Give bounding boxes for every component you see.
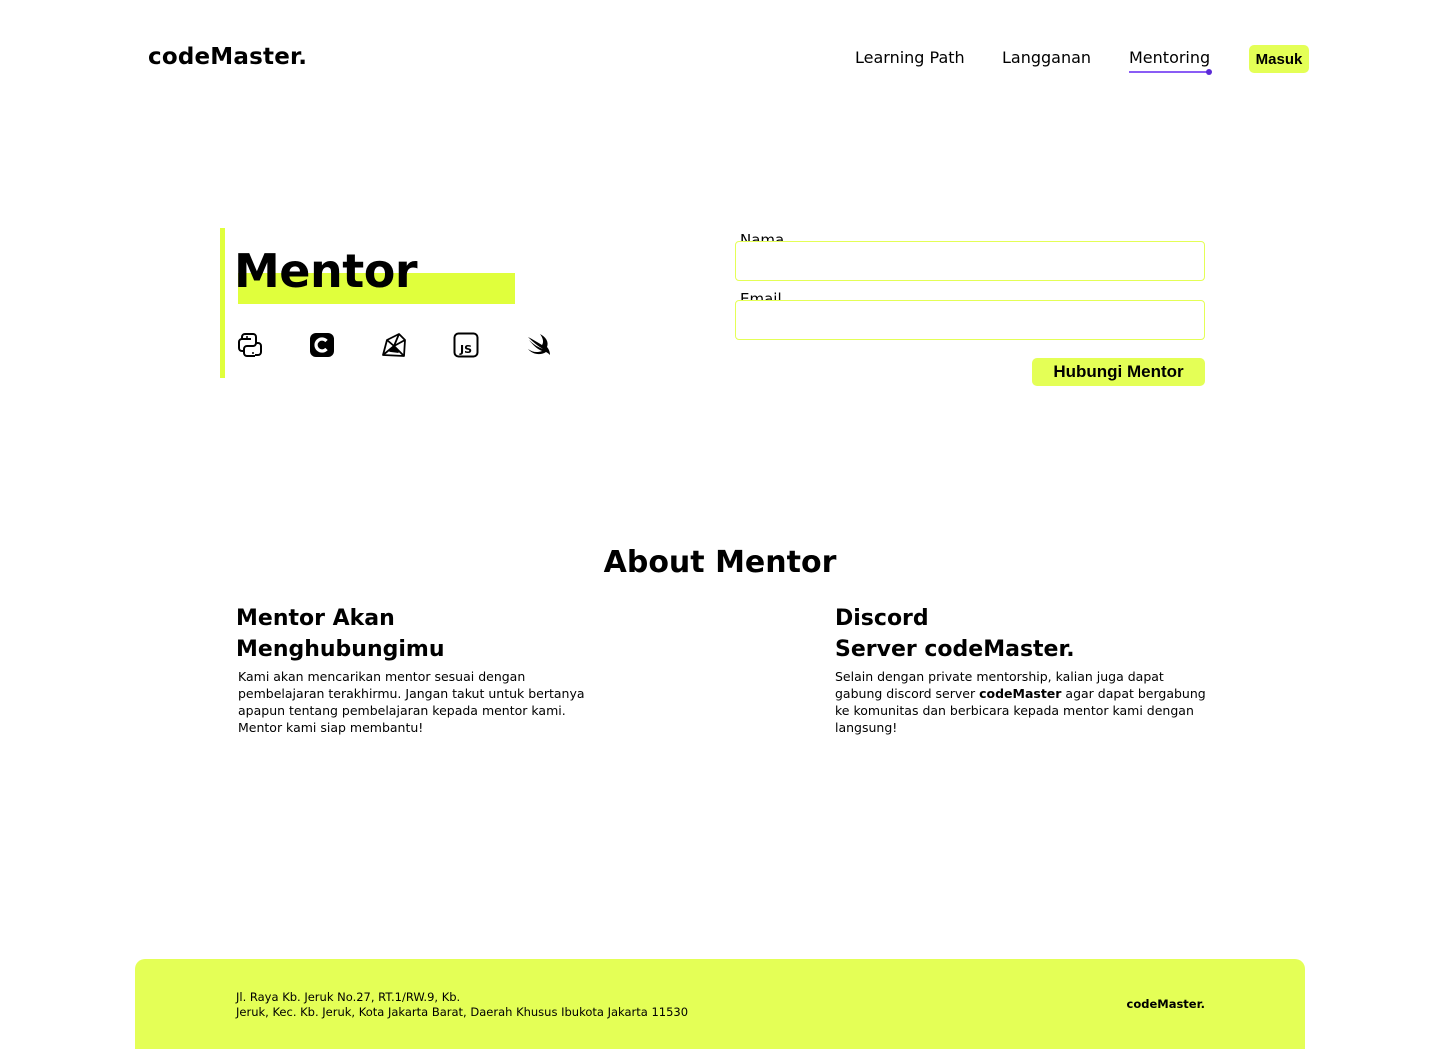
name-field[interactable] <box>735 241 1205 281</box>
svg-text:JS: JS <box>459 343 472 356</box>
ruby-icon <box>380 331 408 359</box>
discord-text-line: Selain dengan private mentorship, kalian… <box>835 669 1164 684</box>
swift-icon <box>524 331 552 359</box>
discord-text-fragment: gabung discord server <box>835 686 980 701</box>
login-button[interactable]: Masuk <box>1249 45 1309 73</box>
hero-accent-bar <box>220 228 225 378</box>
mentor-contact-heading-line1: Mentor Akan <box>236 606 395 631</box>
discord-text-line: langsung! <box>835 720 898 735</box>
javascript-icon: JS <box>452 331 480 359</box>
mentor-contact-text: Kami akan mencarikan mentor sesuai denga… <box>238 668 585 736</box>
email-field[interactable] <box>735 300 1205 340</box>
mentor-contact-text-line: Kami akan mencarikan mentor sesuai denga… <box>238 669 526 684</box>
contact-mentor-button[interactable]: Hubungi Mentor <box>1032 358 1205 386</box>
page-title: Mentor <box>234 244 418 298</box>
footer-address-line1: Jl. Raya Kb. Jeruk No.27, RT.1/RW.9, Kb. <box>236 990 461 1004</box>
mentor-contact-text-line: pembelajaran terakhirmu. Jangan takut un… <box>238 686 585 701</box>
discord-heading: Discord Server codeMaster. <box>835 603 1075 665</box>
mentor-contact-heading-line2: Menghubungimu <box>236 637 445 662</box>
mentor-contact-text-line: Mentor kami siap membantu! <box>238 720 424 735</box>
footer-logo[interactable]: codeMaster. <box>1127 997 1206 1011</box>
discord-text-fragment: agar dapat bergabung <box>1061 686 1206 701</box>
c-language-icon <box>308 331 336 359</box>
discord-server-name: codeMaster <box>979 686 1062 701</box>
discord-text: Selain dengan private mentorship, kalian… <box>835 668 1206 736</box>
discord-heading-line2: Server codeMaster. <box>835 637 1075 662</box>
footer: Jl. Raya Kb. Jeruk No.27, RT.1/RW.9, Kb.… <box>135 959 1305 1049</box>
nav-mentoring[interactable]: Mentoring <box>1129 48 1210 67</box>
python-icon <box>236 331 264 359</box>
discord-heading-line1: Discord <box>835 606 929 631</box>
mentor-contact-text-line: apapun tentang pembelajaran kepada mento… <box>238 703 566 718</box>
mentor-contact-heading: Mentor Akan Menghubungimu <box>236 603 445 665</box>
about-title: About Mentor <box>603 545 837 580</box>
active-nav-underline <box>1129 71 1209 73</box>
nav-langganan[interactable]: Langganan <box>1002 48 1091 67</box>
active-nav-dot <box>1206 69 1212 75</box>
footer-address: Jl. Raya Kb. Jeruk No.27, RT.1/RW.9, Kb.… <box>236 990 688 1020</box>
discord-text-line: gabung discord server codeMaster agar da… <box>835 685 1206 702</box>
nav-learning-path[interactable]: Learning Path <box>855 48 965 67</box>
footer-address-line2: Jeruk, Kec. Kb. Jeruk, Kota Jakarta Bara… <box>236 1005 689 1019</box>
discord-text-line: ke komunitas dan berbicara kepada mentor… <box>835 703 1194 718</box>
brand-logo[interactable]: codeMaster. <box>148 44 307 70</box>
